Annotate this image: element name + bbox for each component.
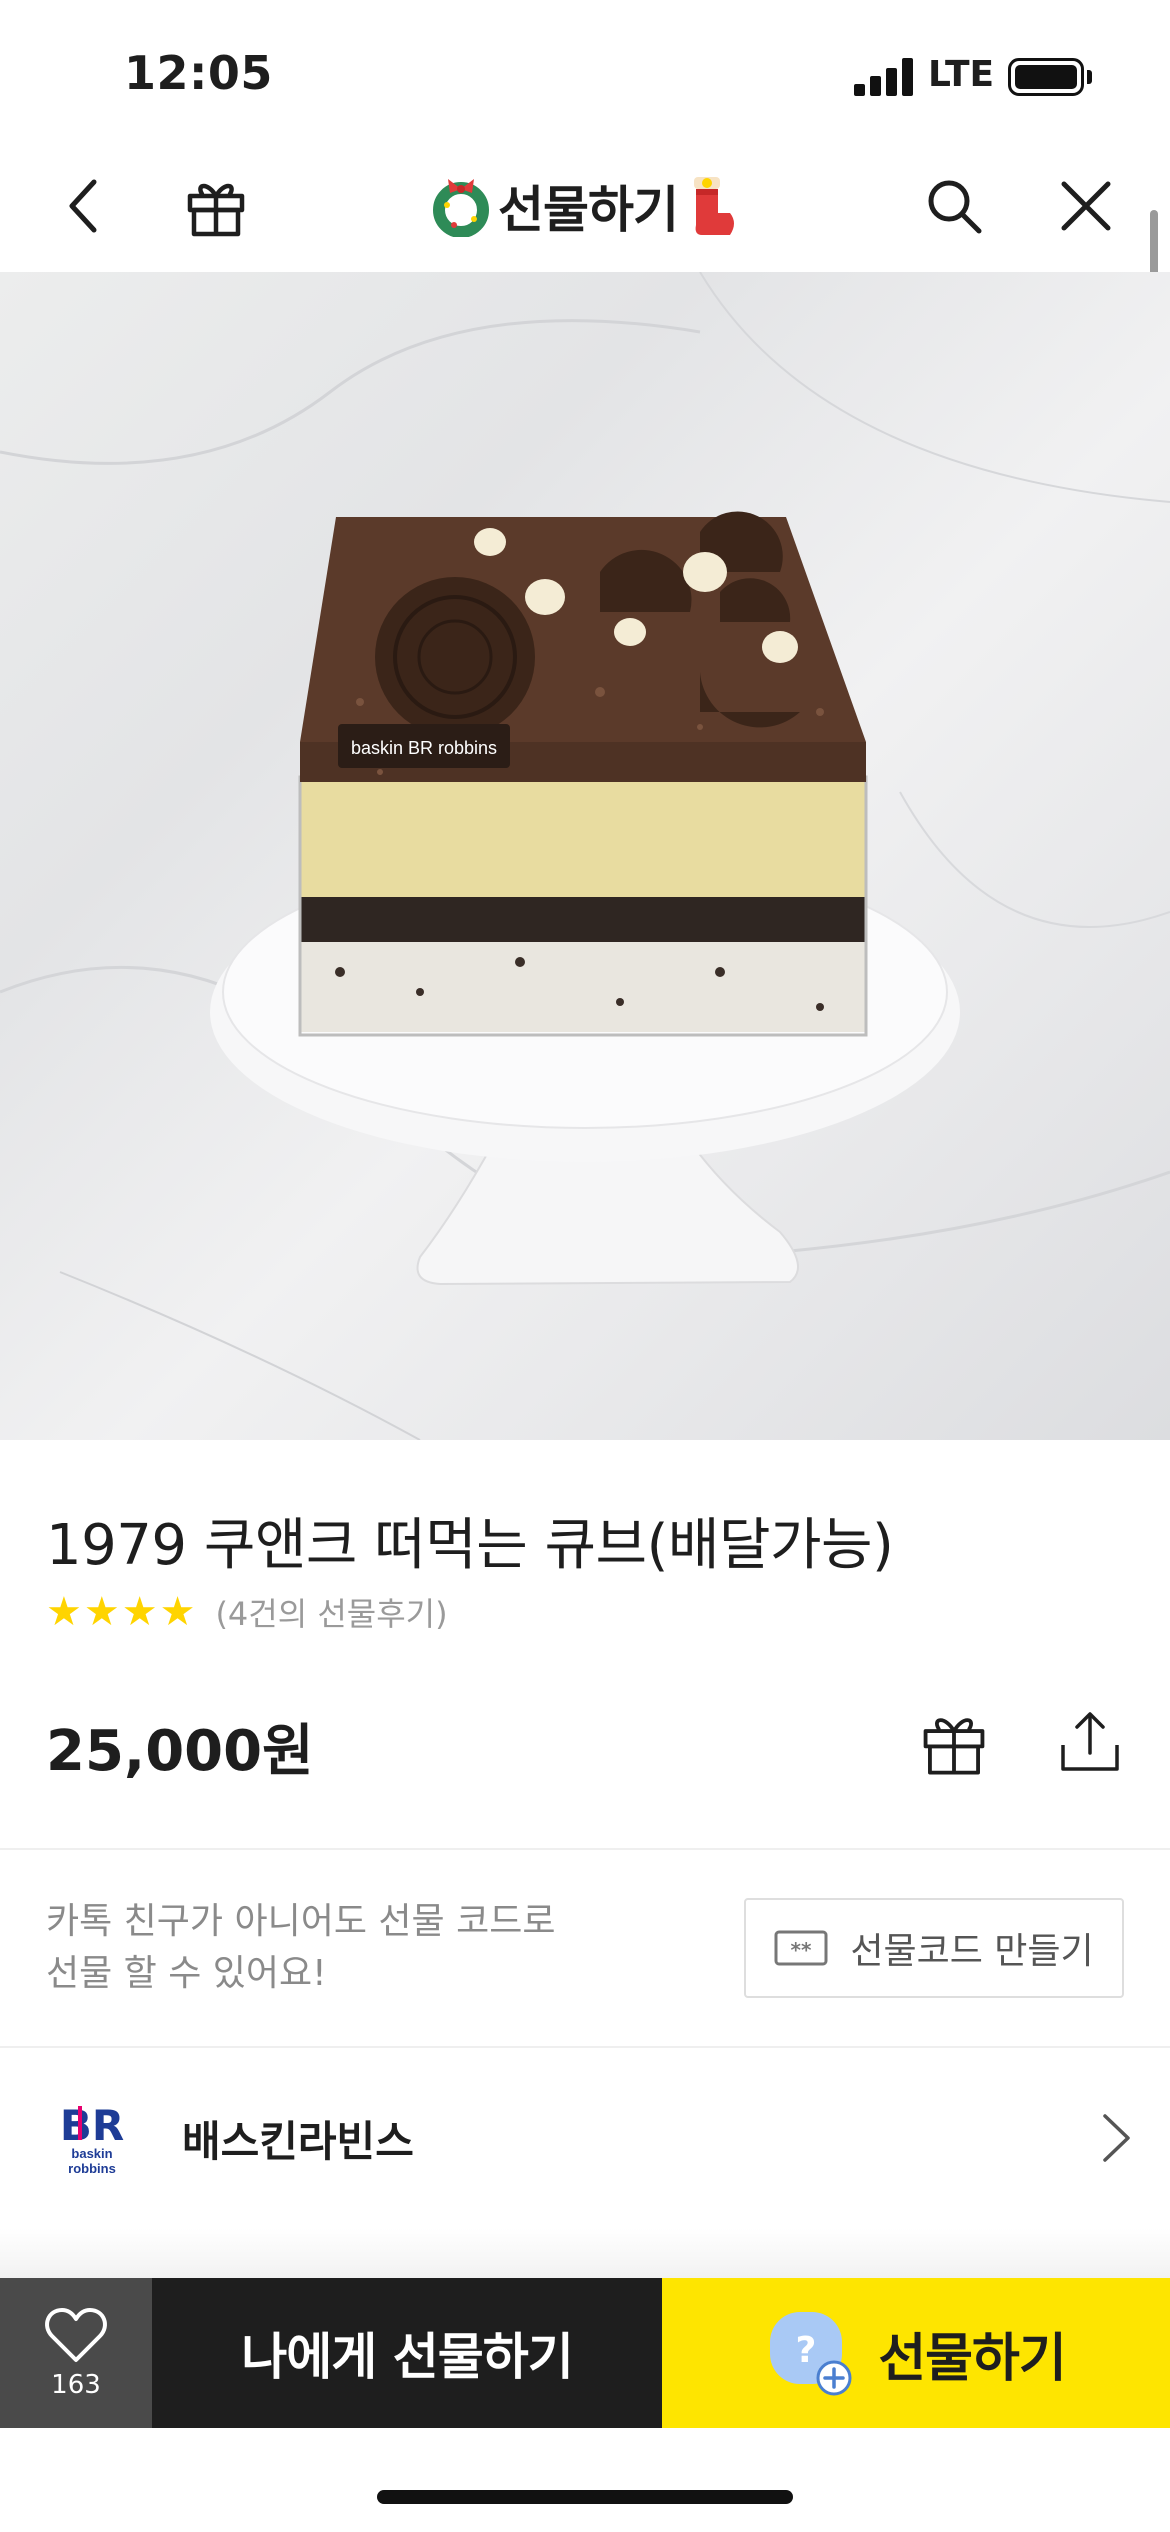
svg-text:**: ** [791,1938,812,1962]
share-icon [1061,1712,1119,1771]
signal-strength-icon [854,58,914,96]
home-indicator[interactable] [377,2490,793,2504]
chevron-right-icon [1103,2114,1130,2162]
network-type: LTE [928,54,995,95]
star-icon: ★ [83,1589,120,1635]
like-button[interactable]: 163 [0,2278,152,2428]
divider [0,1848,1170,1850]
search-button[interactable] [914,166,994,246]
hero-brand-badge: baskin BR robbins [351,738,497,758]
status-time: 12:05 [124,46,273,100]
heart-icon [45,2308,107,2362]
gift-code-line-1: 카톡 친구가 아니어도 선물 코드로 [46,1901,556,1942]
product-photo: baskin BR robbins [0,272,1170,1440]
close-button[interactable] [1046,166,1126,246]
stocking-icon [694,177,734,235]
brand-name: 배스킨라빈스 [182,2117,414,2166]
bottom-action-bar: 163 나에게 선물하기 ? 선물하기 [0,2278,1170,2428]
like-count: 163 [51,2370,101,2400]
search-icon [928,180,982,234]
section-gap [0,2228,1170,2278]
svg-text:?: ? [796,2330,817,2371]
star-icon: ★ [46,1589,82,1635]
gift-box-icon [923,1718,985,1775]
price-unit: 원 [262,1719,314,1784]
nav-title-group: 선물하기 [410,170,760,242]
baskin-robbins-logo: BR baskin robbins [60,2101,124,2176]
battery-cap [1087,70,1092,84]
product-title: 1979 쿠앤크 떠먹는 큐브(배달가능) [46,1513,894,1578]
close-icon [1061,181,1111,231]
price-value: 25,000 [46,1719,263,1784]
gift-code-line-2: 선물 할 수 있어요! [46,1953,327,1994]
star-icon: ★ [159,1589,196,1635]
product-image: baskin BR robbins [0,272,1170,1440]
gift-box-button[interactable] [176,166,256,246]
create-gift-code-label: 선물코드 만들기 [850,1931,1094,1972]
gift-button-label: 선물하기 [878,2328,1066,2389]
nav-title: 선물하기 [498,181,679,239]
battery-icon [1008,58,1084,96]
svg-text:BR: BR [60,2101,124,2150]
product-price: 25,000원 [46,1706,314,1787]
gift-to-self-button[interactable]: 나에게 선물하기 [152,2278,662,2428]
status-bar: 12:05 LTE [0,0,1170,140]
gift-code-description: 카톡 친구가 아니어도 선물 코드로 선물 할 수 있어요! [46,1896,555,2000]
add-friend-icon: ? [770,2312,852,2396]
nav-bar: 선물하기 [0,140,1170,272]
svg-text:robbins: robbins [68,2161,116,2176]
review-count-link[interactable]: (4건의 선물후기) [215,1589,447,1635]
gift-code-icon: ** [774,1930,828,1966]
rating-row[interactable]: ★ ★ ★ ★ (4건의 선물후기) [46,1589,448,1635]
gift-box-icon [187,183,245,237]
wish-gift-button[interactable] [912,1700,996,1784]
create-gift-code-button[interactable]: ** 선물코드 만들기 [744,1898,1124,1998]
gift-button[interactable]: ? 선물하기 [662,2278,1170,2428]
wreath-icon [433,179,489,237]
star-icon: ★ [121,1589,158,1635]
back-icon [69,179,97,233]
svg-text:baskin: baskin [71,2146,112,2161]
share-button[interactable] [1048,1700,1132,1784]
brand-link[interactable]: BR baskin robbins 배스킨라빈스 [0,2048,1170,2228]
gift-to-self-label: 나에게 선물하기 [241,2328,573,2386]
back-button[interactable] [44,166,124,246]
